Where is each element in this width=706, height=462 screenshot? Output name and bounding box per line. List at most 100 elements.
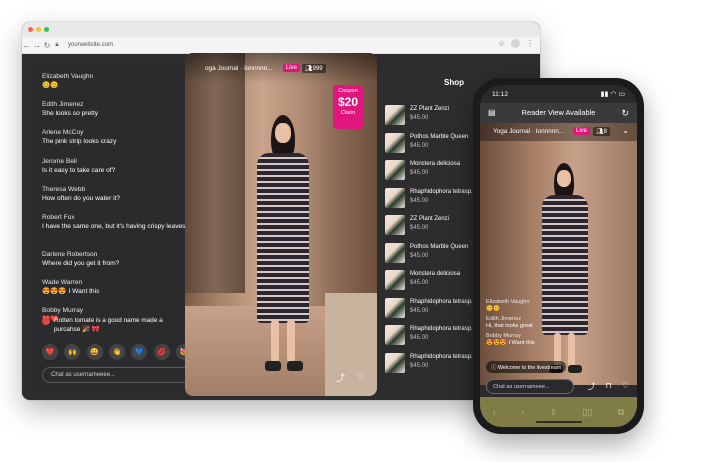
reader-view-bar[interactable]: ▤ Reader View Available ↻ xyxy=(480,103,637,123)
emoji-reaction-button[interactable]: 😀 xyxy=(86,344,103,360)
chat-input[interactable]: Chat as usernameee... xyxy=(486,379,574,394)
product-name: Rhaphidophora tetrasp... xyxy=(410,188,477,195)
chat-message: Theresa Webb How often do you water it? xyxy=(42,185,192,213)
emoji-reaction-button[interactable]: 🙌 xyxy=(64,344,81,360)
chat-text: Where did you get it from? xyxy=(42,259,120,267)
livestream-video[interactable]: oga Journal · Ionnnnn... Live 👥︎999 Coup… xyxy=(185,53,377,396)
emoji-reaction-button[interactable]: 👋 xyxy=(108,344,125,360)
product-item[interactable]: Pothos Marble Queen $45.00 xyxy=(385,132,485,161)
product-thumbnail xyxy=(385,187,405,208)
chat-text: 😍😍😍 I Want this xyxy=(486,340,535,346)
chat-author: Elizabeth Vaughn xyxy=(486,299,530,305)
chat-message: Darlene Robertson Where did you get it f… xyxy=(42,250,192,278)
maximize-window-dot[interactable] xyxy=(44,27,49,32)
chat-list: Elizabeth Vaughn 😊😊 Edith Jimenez She lo… xyxy=(42,72,192,335)
product-thumbnail xyxy=(385,105,405,125)
chat-author: Bobby Murray xyxy=(486,333,521,339)
tabs-icon[interactable]: ⧉ xyxy=(618,407,624,418)
reload-icon[interactable]: ↻ xyxy=(621,103,629,123)
heart-icon[interactable]: ♡ xyxy=(357,371,365,384)
coupon-claim-button[interactable]: Claim xyxy=(333,109,363,117)
product-thumbnail xyxy=(385,132,405,153)
product-item[interactable]: Pothos Marble Queen $45.00 xyxy=(385,242,485,271)
stream-title: oga Journal · Ionnnnn... xyxy=(205,65,273,72)
welcome-text: Welcome to the livestream xyxy=(497,365,562,371)
viewer-count: 👥︎8 xyxy=(593,127,610,136)
bookmarks-icon[interactable]: ▯▯ xyxy=(583,407,593,418)
chat-author: Darlene Robertson xyxy=(42,250,98,258)
emoji-reaction-button[interactable]: ❤️ xyxy=(42,344,58,360)
minimize-window-dot[interactable] xyxy=(36,27,41,32)
product-name: Rhaphidophora tetrasp... xyxy=(410,353,477,360)
chat-text: Hi, that looks great xyxy=(486,323,533,329)
live-badge: Live xyxy=(283,64,301,72)
chat-author: Edith Jimenez xyxy=(486,316,522,322)
coupon-amount: $20 xyxy=(337,95,359,109)
reader-icon[interactable]: ▤ xyxy=(488,103,496,123)
product-thumbnail xyxy=(385,160,405,180)
live-badge: Live xyxy=(573,127,591,135)
viewer-count: 👥︎999 xyxy=(302,64,326,73)
product-price: $45.00 xyxy=(410,225,429,231)
product-item[interactable]: Monstera deliciosa $45.00 xyxy=(385,270,485,298)
viewer-count-value: 8 xyxy=(603,129,607,135)
product-price: $45.00 xyxy=(410,252,429,259)
chevron-right-icon[interactable]: › xyxy=(521,407,524,417)
status-time: 11:12 xyxy=(492,91,509,98)
product-price: $45.00 xyxy=(410,197,429,204)
share-icon[interactable]: ⤴︎ xyxy=(588,381,596,392)
coupon-card[interactable]: Coupon $20 Claim xyxy=(333,85,363,129)
emoji-reaction-button[interactable]: 💙 xyxy=(131,344,148,360)
reload-icon[interactable]: ↻ xyxy=(42,41,52,50)
star-icon[interactable]: ☆ xyxy=(498,39,505,48)
product-item[interactable]: Rhaphidophora tetrasp... $45.00 xyxy=(385,325,485,353)
share-icon[interactable]: ⇪ xyxy=(550,407,558,418)
product-item[interactable]: ZZ Plant Zenzi $45.00 xyxy=(385,105,485,133)
chevron-down-icon[interactable]: ⌄ xyxy=(622,126,629,135)
chat-text: I have the same one, but it's having cri… xyxy=(42,222,186,230)
product-price: $45.00 xyxy=(410,142,429,149)
share-icon[interactable]: ⤴︎ xyxy=(336,371,345,384)
heart-icon[interactable]: ♡ xyxy=(622,381,629,392)
status-bar: 11:12 ▮▮ ◠ ▭ xyxy=(480,85,637,103)
close-window-dot[interactable] xyxy=(28,27,33,32)
product-name: Monstera deliciosa xyxy=(410,161,461,167)
chat-input[interactable]: Chat as usernameeee... xyxy=(42,367,192,383)
product-thumbnail xyxy=(385,242,405,263)
product-item[interactable]: Rhaphidophora tetrasp... $45.00 xyxy=(385,297,485,326)
chevron-left-icon[interactable]: ‹ xyxy=(493,407,496,417)
product-item[interactable]: ZZ Plant Zenzi $45.00 xyxy=(385,215,485,243)
pin-icon xyxy=(42,317,50,325)
background-curtain xyxy=(185,53,245,293)
url-text[interactable]: yourwebsite.com xyxy=(68,42,113,48)
product-name: Rhaphidophora tetrasp... xyxy=(410,298,477,305)
browser-titlebar xyxy=(22,22,540,37)
product-thumbnail xyxy=(385,215,405,235)
chat-panel: Elizabeth Vaughn 😊😊 Edith Jimenez She lo… xyxy=(32,64,200,392)
emoji-reaction-button[interactable]: 💋 xyxy=(153,344,170,360)
chat-text: She looks so pretty xyxy=(42,110,99,118)
chat-author: Theresa Webb xyxy=(42,185,86,193)
product-thumbnail xyxy=(385,352,405,373)
chat-text: 😊😊 xyxy=(42,82,59,89)
product-name: ZZ Plant Zenzi xyxy=(410,106,450,112)
coupon-label: Coupon xyxy=(338,88,358,94)
chat-author: Jerome Bell xyxy=(42,157,77,165)
chat-author: Elizabeth Vaughn xyxy=(42,73,94,80)
arrow-right-icon[interactable]: → xyxy=(32,41,42,50)
arrow-left-icon[interactable]: ← xyxy=(22,41,32,50)
product-item[interactable]: Monstera deliciosa $45.00 xyxy=(385,160,485,188)
kebab-menu-icon[interactable]: ⋮ xyxy=(526,39,534,48)
product-item[interactable]: Rhaphidophora tetrasp... $45.00 xyxy=(385,187,485,216)
pinned-message: Rotten tomate is a good name made a purc… xyxy=(42,316,190,334)
product-price: $45.00 xyxy=(410,170,429,176)
chat-text: 😍😍😍 I Want this xyxy=(42,288,100,296)
chat-author: Wade Warren xyxy=(42,279,83,287)
product-price: $45.00 xyxy=(410,362,429,369)
product-item[interactable]: Rhaphidophora tetrasp... $45.00 xyxy=(385,352,485,381)
welcome-banner: ⓘ Welcome to the livestream xyxy=(486,361,567,373)
chat-author: Arlene McCoy xyxy=(42,129,84,137)
bag-icon[interactable]: ⊓ xyxy=(606,381,612,392)
profile-avatar[interactable] xyxy=(511,39,520,48)
chat-text: The pink strip looks crazy xyxy=(42,138,117,146)
